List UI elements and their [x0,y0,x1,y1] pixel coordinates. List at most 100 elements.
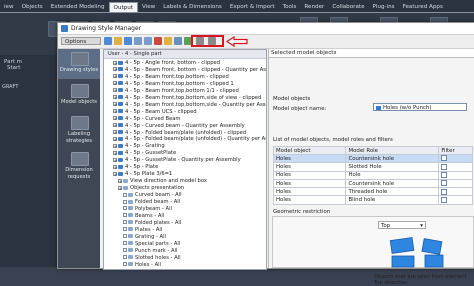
expand-icon[interactable]: + [113,109,117,114]
table-row[interactable]: Holes Countersink hole [272,178,473,189]
filter-checkbox[interactable] [441,180,448,187]
nav-item-drawing-styles[interactable]: Drawing styles [58,67,100,74]
delete-icon[interactable] [154,37,162,45]
col-model-object[interactable]: Model object [272,146,347,155]
tree-item[interactable]: +4 - 5p - Curved Beam [113,116,180,122]
nav-item-dimension-requests[interactable]: Dimension requests [58,167,100,180]
expand-icon[interactable]: + [113,150,117,155]
expand-icon[interactable]: + [113,60,117,65]
ribbon-tab[interactable]: Render [300,2,328,12]
expand-icon[interactable]: + [113,81,117,86]
tree-item[interactable]: Slotted holes - All [123,255,181,261]
expand-icon[interactable]: + [113,157,117,162]
tree-item-label: 4 - 5p - Folded beam/plate (unfolded) - … [125,136,267,143]
tree-item[interactable]: +4 - 5p - Beam front,top,bottom,side of … [113,95,261,101]
tree-item[interactable]: +4 - 5p - GussetPlate [113,150,176,156]
tree-item[interactable]: +4 - 5p - Beam front, bottom - clipped -… [113,67,266,73]
title-bar[interactable]: Drawing Style Manager [58,23,474,35]
style-icon [118,74,123,79]
tree-item[interactable]: Punch mark - All [123,248,177,254]
expand-icon[interactable]: + [113,88,117,93]
ribbon-tab[interactable]: View [138,2,159,12]
tree-item[interactable]: +4 - 5p - Curved beam - Quantity per Ass… [113,123,245,129]
style-icon [128,241,133,246]
nav-item-labeling-strategies[interactable]: Labeling strategies [58,131,100,144]
start-tab[interactable]: Start [7,65,20,71]
tree-item[interactable]: Folded plates - All [123,220,181,226]
leaf-marker-icon [123,192,127,197]
filter-checkbox[interactable] [441,155,448,162]
model-object-name-select[interactable]: Holes (w/o Punch) [373,103,467,111]
tree-item[interactable]: Polybeam - All [123,206,172,212]
tree-item[interactable]: +4 - 5p - Beam front,top,bottom - clippe… [113,74,229,80]
nav-item-model-objects[interactable]: Model objects [58,99,100,106]
ribbon-tab[interactable]: Plug-ins [369,2,399,12]
save-icon[interactable] [124,37,132,45]
tree-item[interactable]: +4 - 5p - Angle front, bottom - clipped [113,60,220,66]
tree-item[interactable]: +4 - 5p - Beam front,top,bottom - clippe… [113,81,234,87]
tree-item[interactable]: Folded beam - All [123,199,180,205]
tree-item[interactable]: +4 - 5p - Folded beam/plate (unfolded) -… [113,130,246,136]
paste-icon[interactable] [144,37,152,45]
selected-model-objects-tab[interactable]: Selected model objects [269,49,474,58]
expand-icon[interactable]: + [113,123,117,128]
table-row[interactable]: Holes Slotted Hole [272,162,473,172]
table-row[interactable]: Holes Blind hole [272,195,473,205]
style-tree[interactable]: User - 4 - Single part +4 - 5p - Angle f… [103,49,267,270]
ribbon-tab[interactable]: Objects [18,2,47,12]
expand-icon[interactable]: + [113,67,117,72]
ribbon-tab[interactable]: Export & Import [226,2,279,12]
expand-icon[interactable]: + [113,136,117,141]
filter-checkbox[interactable] [441,196,448,203]
open-icon[interactable] [114,37,122,45]
tree-item[interactable]: +4 - 5p - Grating [113,143,165,149]
expand-icon[interactable]: + [113,102,117,107]
filter-cell [438,195,473,205]
expand-icon[interactable]: + [113,74,117,79]
ribbon-tab[interactable]: Labels & Dimensions [159,2,226,12]
tree-item[interactable]: + View direction and model box [118,178,207,184]
expand-icon[interactable]: + [113,116,117,121]
new-icon[interactable] [104,37,112,45]
tree-item[interactable]: +4 - 5p - Plate [113,164,158,170]
ribbon-tab[interactable]: Tools [279,2,301,12]
filter-checkbox[interactable] [441,188,448,195]
expand-icon[interactable]: + [118,178,122,183]
options-button[interactable]: Options [61,37,101,45]
tree-item[interactable]: Grating - All [123,234,166,240]
copy-icon[interactable] [134,37,142,45]
ribbon-tab[interactable]: iew [0,2,18,12]
table-row[interactable]: Holes Hole [272,170,473,180]
ribbon-tab[interactable]: Extended Modeling [47,2,109,12]
expand-icon[interactable]: + [113,130,117,135]
expand-icon[interactable]: + [113,95,117,100]
tree-item[interactable]: +4 - 5p - Folded beam/plate (unfolded) -… [113,136,267,143]
print-icon[interactable] [174,37,182,45]
col-model-role[interactable]: Model Role [345,146,440,155]
tree-item[interactable]: +4 - 5p - Beam front,top,bottom 1/1 - cl… [113,88,239,94]
table-row[interactable]: Holes Threaded hole [272,187,473,197]
expand-icon[interactable]: + [113,143,117,148]
tree-item[interactable]: +4 - 5p - Beam front,top,bottom,side - Q… [113,102,266,108]
view-direction-select[interactable]: Top ▾ [378,221,426,229]
tree-item[interactable]: + Objects presentation [118,185,184,191]
table-row[interactable]: Holes Countersink hole [272,153,473,164]
filter-checkbox[interactable] [441,163,448,170]
tree-item[interactable]: Plates - All [123,227,162,233]
ribbon-tab[interactable]: Featured Apps [399,2,447,12]
expand-icon[interactable]: + [113,171,117,176]
col-filter[interactable]: Filter [438,146,473,155]
expand-icon[interactable]: + [113,164,117,169]
expand-icon[interactable]: + [118,185,122,190]
tree-item[interactable]: Special parts - All [123,241,180,247]
tree-item[interactable]: +4 - 5p - Beam UCS - clipped [113,109,197,115]
tree-item[interactable]: +4 - 5p - GussetPlate - Quantity per Ass… [113,157,241,163]
tree-item[interactable]: +4 - 5p Plate 3/6=1 [113,171,172,177]
folder-icon[interactable] [164,37,172,45]
tree-item[interactable]: Curved beam - All [123,192,182,198]
ribbon-tab[interactable]: Collaborate [328,2,368,12]
filter-checkbox[interactable] [441,171,448,178]
tree-item[interactable]: Beams - All [123,213,164,219]
dialog-title: Drawing Style Manager [71,25,142,32]
ribbon-tab[interactable]: Output [108,2,138,12]
